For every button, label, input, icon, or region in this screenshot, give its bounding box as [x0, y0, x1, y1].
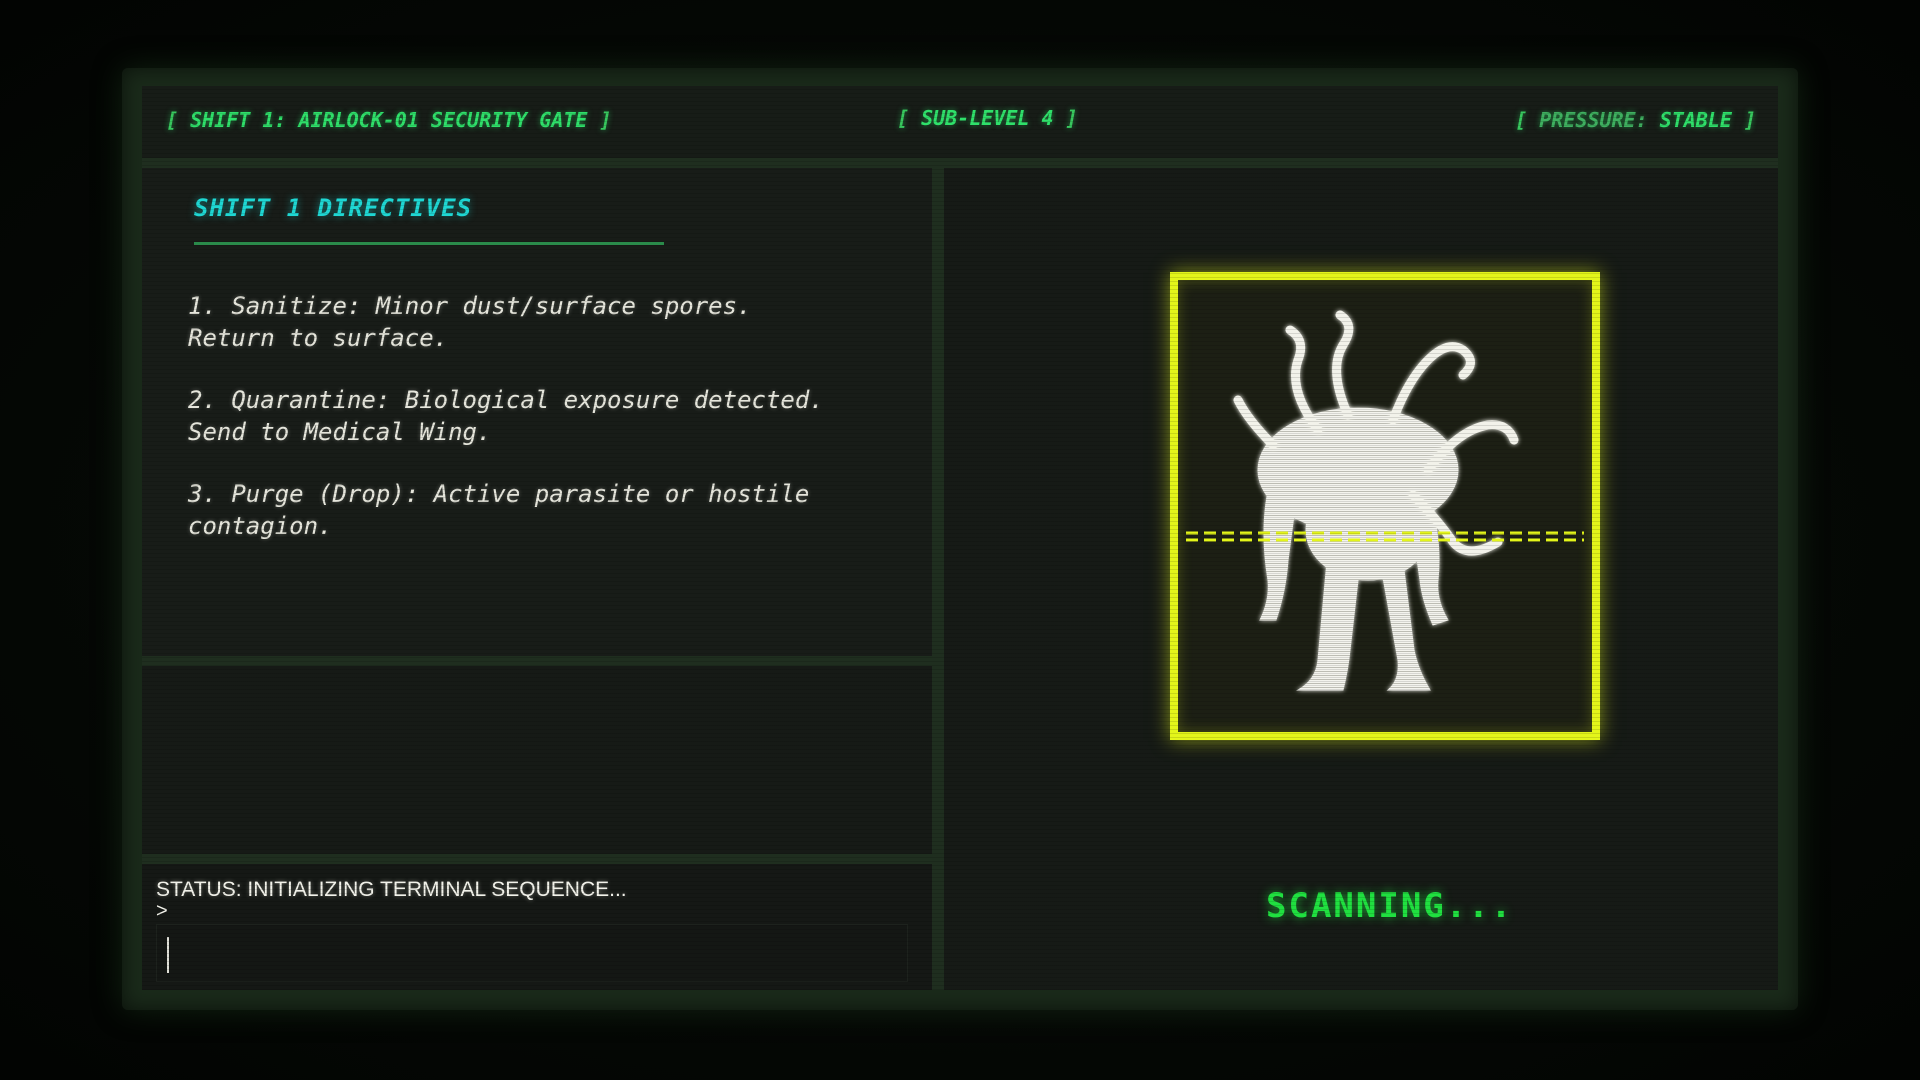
bracket-close: ]: [1053, 106, 1078, 130]
command-input[interactable]: [156, 924, 908, 982]
panel-divider: [142, 656, 932, 666]
bracket-open: [: [166, 108, 191, 132]
tentacled-creature-icon: [1233, 310, 1519, 691]
shift-location-label: [ SHIFT 1: AIRLOCK-01 SECURITY GATE ]: [166, 108, 612, 132]
directive-quarantine: 2. Quarantine: Biological exposure detec…: [188, 386, 824, 446]
text-cursor: [167, 937, 169, 973]
directive-sanitize: 1. Sanitize: Minor dust/surface spores. …: [188, 292, 752, 352]
message-panel: [142, 666, 932, 854]
scan-beam: [1186, 531, 1584, 542]
bracket-close: ]: [1731, 108, 1756, 132]
pressure-indicator: [ PRESSURE: STABLE ]: [1515, 108, 1756, 132]
bracket-close: ]: [587, 108, 612, 132]
terminal-prompt: >: [156, 900, 168, 922]
pressure-value: STABLE: [1659, 108, 1732, 132]
directives-title: SHIFT 1 DIRECTIVES: [194, 194, 473, 222]
bracket-open: [: [897, 106, 922, 130]
title-underline: [194, 242, 664, 245]
shift-location-text: SHIFT 1: AIRLOCK-01 SECURITY GATE: [190, 108, 588, 132]
vertical-divider: [932, 168, 944, 990]
scan-frame: [1170, 272, 1600, 740]
bracket-open: [: [1515, 108, 1540, 132]
panel-divider: [142, 854, 932, 864]
pressure-label: PRESSURE:: [1539, 108, 1660, 132]
crt-monitor: [ SHIFT 1: AIRLOCK-01 SECURITY GATE ] [ …: [122, 68, 1798, 1010]
directive-purge: 3. Purge (Drop): Active parasite or host…: [188, 480, 810, 540]
scan-status-text: SCANNING...: [1266, 886, 1514, 926]
directives-list: 1. Sanitize: Minor dust/surface spores. …: [188, 290, 888, 572]
header-bar: [ SHIFT 1: AIRLOCK-01 SECURITY GATE ] [ …: [142, 86, 1778, 168]
terminal-screen: [ SHIFT 1: AIRLOCK-01 SECURITY GATE ] [ …: [142, 86, 1778, 990]
terminal-status: STATUS: INITIALIZING TERMINAL SEQUENCE..…: [156, 878, 627, 901]
sub-level-label: [ SUB-LEVEL 4 ]: [897, 106, 1078, 130]
sub-level-text: SUB-LEVEL 4: [921, 106, 1054, 130]
